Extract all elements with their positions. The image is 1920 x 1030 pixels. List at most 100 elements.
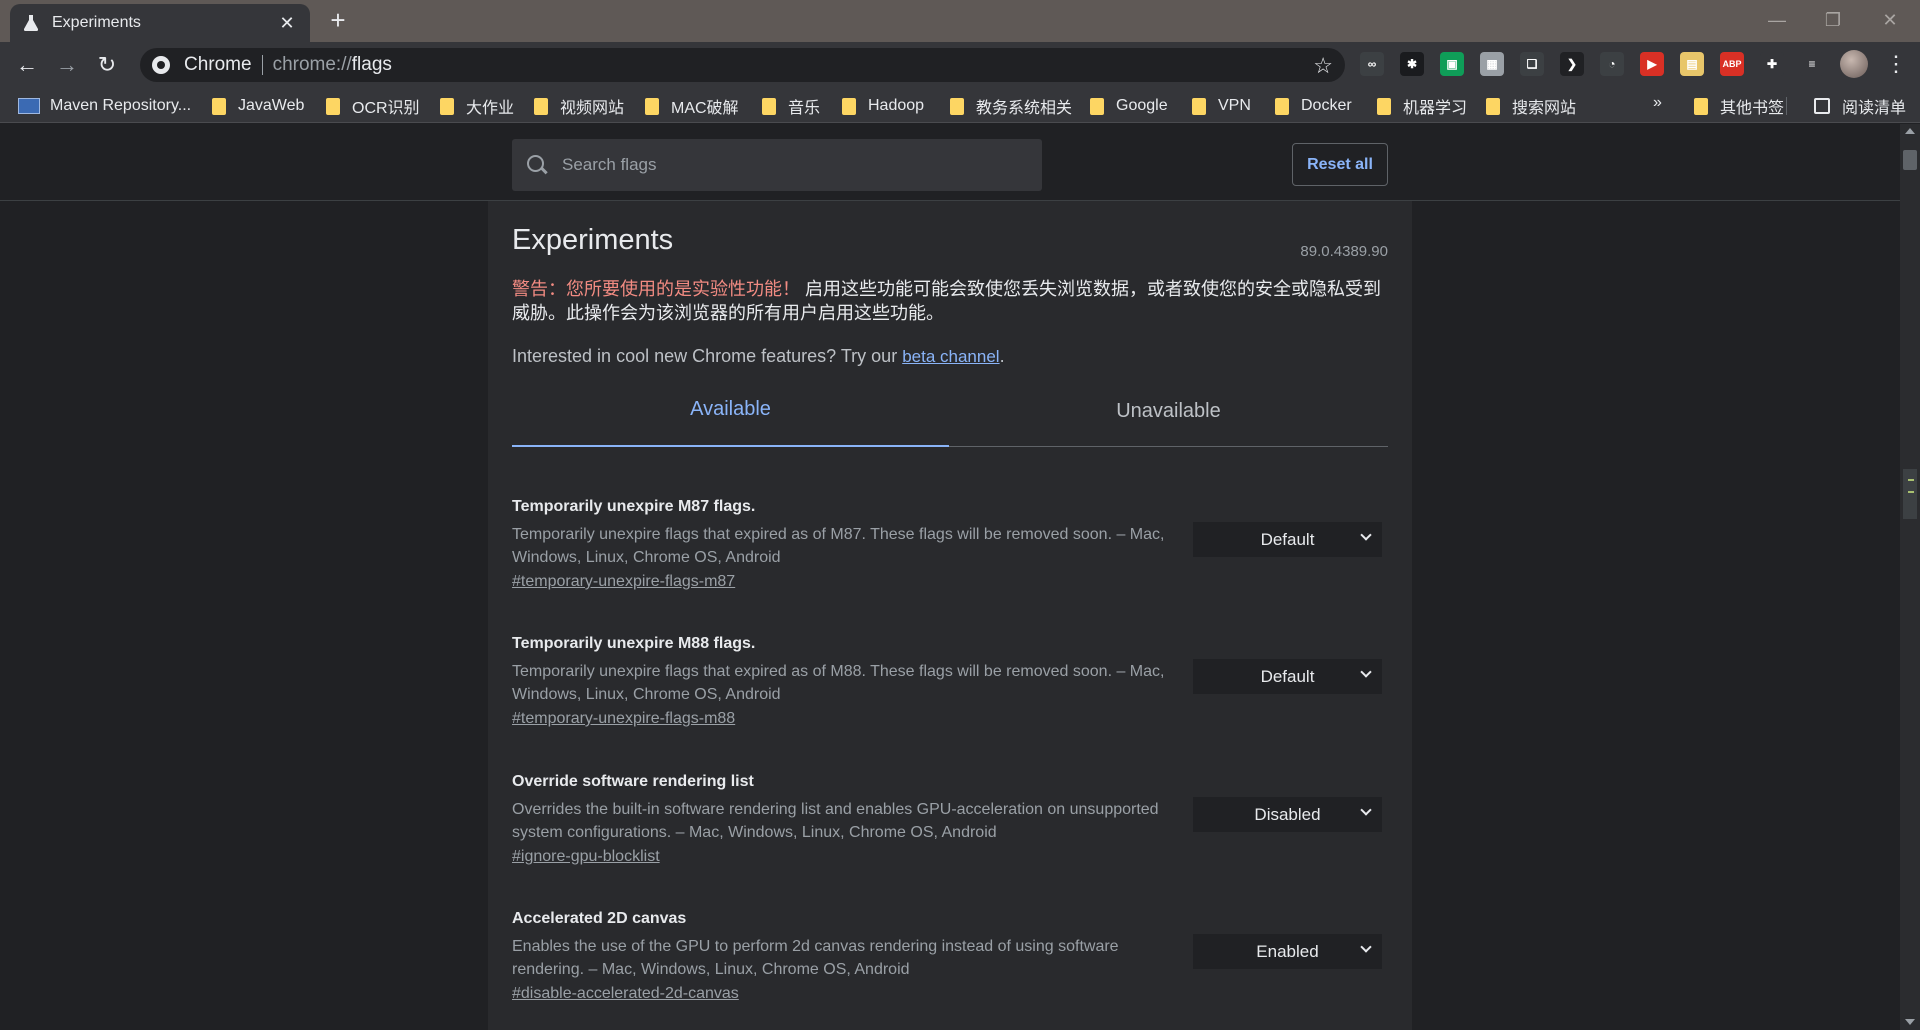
flags-tabs: Available Unavailable: [512, 381, 1388, 447]
bookmark-folder-ocr[interactable]: OCR识别: [326, 95, 420, 117]
experiment-select-value: Disabled: [1254, 804, 1321, 824]
bookmark-star-icon[interactable]: ☆: [1313, 53, 1333, 79]
bookmark-folder-vpn[interactable]: VPN: [1192, 95, 1251, 117]
bookmark-folder-javaweb[interactable]: JavaWeb: [212, 95, 304, 117]
maven-icon: [18, 98, 40, 114]
media-ext-icon[interactable]: ≡: [1800, 52, 1824, 76]
scroll-up-icon[interactable]: [1905, 128, 1915, 134]
scrollbar-thumb[interactable]: [1903, 150, 1917, 170]
chrome-icon: [152, 56, 170, 74]
clock-ext-icon[interactable]: ◔: [1600, 52, 1624, 76]
warning-label: 警告：您所要使用的是实验性功能！: [512, 279, 800, 299]
bookmark-folder-academic[interactable]: 教务系统相关: [950, 95, 1072, 117]
scroll-down-icon[interactable]: [1905, 1019, 1915, 1025]
search-box[interactable]: [512, 139, 1042, 191]
experiment-item: Override software rendering list Overrid…: [512, 773, 1388, 893]
bookmark-maven[interactable]: Maven Repository...: [18, 95, 191, 117]
scrollbar-find-marks: [1903, 469, 1917, 519]
bookmark-label: Hadoop: [868, 97, 925, 114]
profile-avatar[interactable]: [1840, 50, 1868, 78]
other-bookmarks[interactable]: 其他书签: [1694, 95, 1784, 117]
browser-toolbar: ← → ↻ Chrome chrome://flags ☆ ∞ ✱ ▣ ▦ ❏ ❯ ◔ ▶ ▤ A…: [0, 42, 1920, 87]
back-icon[interactable]: ←: [12, 50, 42, 80]
tab-title: Experiments: [52, 14, 141, 31]
new-tab-button[interactable]: +: [324, 6, 352, 34]
flask-icon: [22, 14, 40, 32]
bookmark-folder-hadoop[interactable]: Hadoop: [842, 95, 924, 117]
tab-experiments[interactable]: Experiments ✕: [10, 4, 310, 42]
bookmark-folder-docker[interactable]: Docker: [1275, 95, 1352, 117]
image-ext-icon[interactable]: ▦: [1480, 52, 1504, 76]
experiment-name: Override software rendering list: [512, 773, 754, 790]
address-bar[interactable]: Chrome chrome://flags ☆: [140, 48, 1345, 82]
tab-close-icon[interactable]: ✕: [276, 13, 298, 34]
folder-icon: [212, 97, 226, 115]
forward-icon[interactable]: →: [52, 50, 82, 80]
color-wheel-ext-icon[interactable]: ✱: [1400, 52, 1424, 76]
beta-prefix: Interested in cool new Chrome features? …: [512, 346, 903, 366]
bookmark-label: OCR识别: [352, 100, 420, 117]
bookmarks-overflow-icon[interactable]: »: [1653, 94, 1662, 112]
experiment-select[interactable]: Default: [1193, 522, 1382, 557]
omnibox-url-scheme: chrome://: [272, 54, 352, 75]
reader-ext-icon[interactable]: ∞: [1360, 52, 1384, 76]
reading-list[interactable]: 阅读清单: [1814, 95, 1906, 117]
experiment-select-value: Default: [1260, 666, 1315, 686]
omnibox-url-path: flags: [351, 54, 392, 75]
bookmark-label: 教务系统相关: [976, 100, 1073, 117]
search-input[interactable]: [560, 154, 1000, 176]
bookmark-folder-music[interactable]: 音乐: [762, 95, 820, 117]
chevron-down-icon: [1360, 941, 1372, 953]
arrow-ext-icon[interactable]: ❯: [1560, 52, 1584, 76]
experiment-select[interactable]: Enabled: [1193, 934, 1382, 969]
experiment-link[interactable]: #disable-accelerated-2d-canvas: [512, 985, 739, 1003]
experiment-description: Enables the use of the GPU to perform 2d…: [512, 938, 1119, 978]
folder-icon: [950, 97, 964, 115]
bookmark-folder-google[interactable]: Google: [1090, 95, 1168, 117]
bookmark-folder-mac[interactable]: MAC破解: [645, 95, 739, 117]
experiment-description: Temporarily unexpire flags that expired …: [512, 663, 1165, 703]
tab-unavailable[interactable]: Unavailable: [949, 381, 1388, 447]
screenshot-ext-icon[interactable]: ▤: [1680, 52, 1704, 76]
folder-icon: [1192, 97, 1206, 115]
restore-icon[interactable]: ❐: [1813, 6, 1853, 34]
page-scrollbar[interactable]: [1900, 124, 1920, 1030]
folder-icon: [842, 97, 856, 115]
bookmark-label: Maven Repository...: [50, 97, 192, 114]
experiment-link[interactable]: #temporary-unexpire-flags-m88: [512, 710, 735, 728]
experiment-select[interactable]: Default: [1193, 659, 1382, 694]
bookmark-folder-ml[interactable]: 机器学习: [1377, 95, 1467, 117]
folder-icon: [1090, 97, 1104, 115]
window-close-icon[interactable]: ✕: [1870, 6, 1910, 34]
folder-icon: [762, 97, 776, 115]
beta-channel-link[interactable]: beta channel: [902, 347, 999, 366]
copy-ext-icon[interactable]: ❏: [1520, 52, 1544, 76]
omnibox-chrome-label: Chrome: [184, 54, 252, 75]
beta-suffix: .: [999, 346, 1005, 366]
bookmark-folder-video[interactable]: 视频网站: [534, 95, 624, 117]
reload-icon[interactable]: ↻: [92, 50, 122, 80]
bookmark-label: 机器学习: [1403, 100, 1468, 117]
bookmark-label: 其他书签: [1720, 100, 1785, 117]
reading-list-icon: [1814, 98, 1830, 114]
bookmark-folder-homework[interactable]: 大作业: [440, 95, 514, 117]
green-ext-icon[interactable]: ▣: [1440, 52, 1464, 76]
menu-icon[interactable]: ⋮: [1885, 50, 1907, 78]
puzzle-ext-icon[interactable]: ✚: [1760, 52, 1784, 76]
experiment-link[interactable]: #ignore-gpu-blocklist: [512, 848, 660, 866]
red-play-ext-icon[interactable]: ▶: [1640, 52, 1664, 76]
experiment-select-value: Enabled: [1256, 941, 1319, 961]
warning-message: 警告：您所要使用的是实验性功能！ 启用这些功能可能会致使您丢失浏览数据，或者致使…: [512, 277, 1388, 325]
experiment-link[interactable]: #temporary-unexpire-flags-m87: [512, 573, 735, 591]
flags-page: Reset all Experiments 89.0.4389.90 警告：您所…: [0, 124, 1900, 1030]
bookmark-folder-search[interactable]: 搜索网站: [1486, 95, 1576, 117]
adblock-ext-icon[interactable]: ABP: [1720, 52, 1744, 76]
reset-all-button[interactable]: Reset all: [1292, 143, 1388, 186]
tab-available[interactable]: Available: [512, 381, 949, 447]
experiment-select[interactable]: Disabled: [1193, 797, 1382, 832]
chevron-down-icon: [1360, 529, 1372, 541]
folder-icon: [645, 97, 659, 115]
minimize-icon[interactable]: —: [1757, 6, 1797, 34]
experiment-item: Temporarily unexpire M88 flags. Temporar…: [512, 635, 1388, 755]
folder-icon: [534, 97, 548, 115]
